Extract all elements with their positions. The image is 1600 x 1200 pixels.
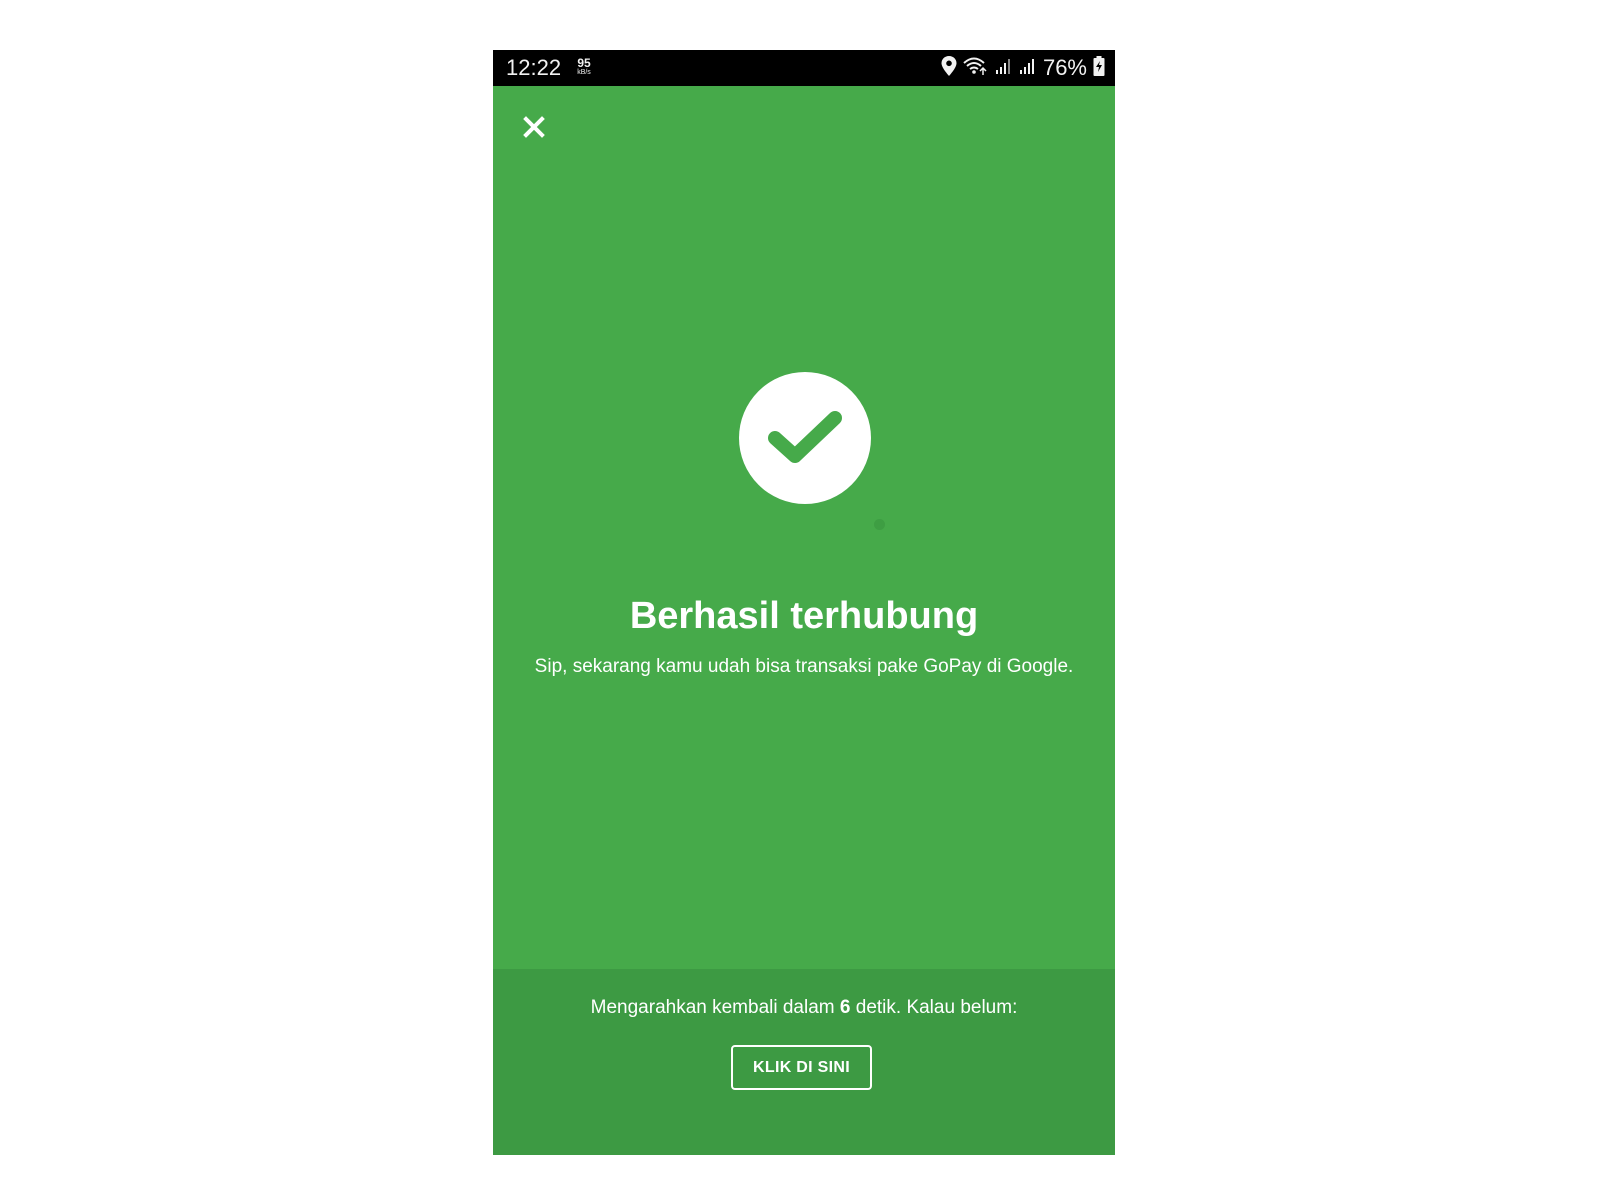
wifi-icon — [963, 56, 989, 81]
redirect-message: Mengarahkan kembali dalam 6 detik. Kalau… — [493, 995, 1115, 1021]
click-here-button[interactable]: KLIK DI SINI — [731, 1045, 872, 1090]
status-icons: 76% — [941, 54, 1105, 82]
decorative-dot — [874, 519, 885, 530]
phone-screen: 12:22 95 kB/s 76% Berhasil terhubung Sip… — [493, 50, 1115, 1155]
battery-charging-icon — [1093, 55, 1105, 81]
signal-icon — [995, 57, 1013, 80]
battery-percentage: 76% — [1042, 55, 1087, 80]
signal-icon — [1019, 57, 1037, 80]
close-button[interactable] — [519, 114, 549, 144]
network-speed-value: 95 — [577, 56, 591, 70]
location-icon — [941, 55, 957, 81]
success-badge — [739, 372, 871, 504]
page-title: Berhasil terhubung — [629, 595, 979, 637]
redirect-suffix: detik. Kalau belum: — [855, 997, 1018, 1018]
close-icon — [523, 115, 545, 143]
page-subtitle: Sip, sekarang kamu udah bisa transaksi p… — [534, 656, 1074, 677]
redirect-countdown: 6 — [839, 997, 851, 1018]
network-speed-unit: kB/s — [577, 69, 591, 76]
redirect-footer: Mengarahkan kembali dalam 6 detik. Kalau… — [493, 969, 1115, 1155]
status-time: 12:22 — [506, 55, 562, 80]
redirect-prefix: Mengarahkan kembali dalam — [590, 997, 835, 1018]
status-bar: 12:22 95 kB/s 76% — [493, 50, 1115, 86]
network-speed: 95 kB/s — [571, 56, 597, 77]
checkmark-icon — [767, 406, 843, 471]
